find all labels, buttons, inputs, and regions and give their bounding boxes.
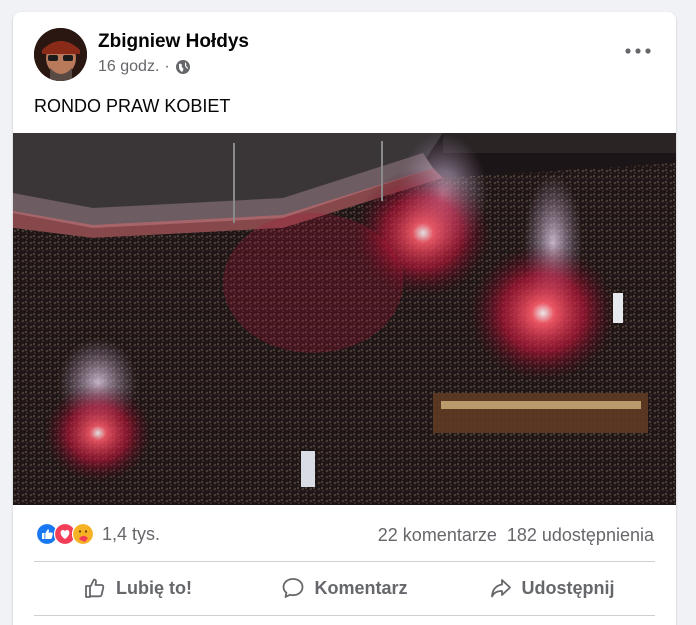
like-button[interactable]: Lubię to! [34, 565, 241, 611]
comment-icon [283, 578, 304, 598]
reactions-count[interactable]: 1,4 tys. [102, 524, 160, 545]
reactions-summary[interactable]: 1,4 tys. [36, 523, 160, 545]
comments-count[interactable]: 22 komentarze [378, 525, 497, 546]
post-stats: 1,4 tys. 22 komentarze 182 udostępnienia [13, 515, 676, 551]
comment-button[interactable]: Komentarz [241, 565, 448, 611]
globe-icon[interactable] [175, 59, 191, 75]
protest-crowd-photo [13, 133, 676, 505]
share-icon [490, 579, 511, 598]
share-label: Udostępnij [521, 577, 615, 598]
post-actions: Lubię to! Komentarz Udostępnij [34, 565, 655, 611]
post-text: RONDO PRAW KOBIET [34, 96, 231, 116]
post-meta: 16 godz. · [98, 58, 191, 76]
shares-count[interactable]: 182 udostępnienia [507, 525, 654, 546]
comment-label: Komentarz [314, 577, 408, 598]
post-timestamp[interactable]: 16 godz. [98, 58, 159, 76]
share-button[interactable]: Udostępnij [448, 565, 655, 611]
actions-divider [34, 615, 655, 616]
author-name[interactable]: Zbigniew Hołdys [98, 31, 249, 53]
meta-separator: · [164, 58, 170, 75]
like-label: Lubię to! [116, 577, 192, 598]
post-card: Zbigniew Hołdys 16 godz. · RONDO PRAW KO… [13, 12, 676, 625]
post-header: Zbigniew Hołdys 16 godz. · [13, 12, 676, 92]
post-photo[interactable] [13, 133, 676, 505]
care-reaction-icon [72, 523, 94, 545]
engagement-stats: 22 komentarze 182 udostępnienia [378, 525, 654, 546]
stats-divider [34, 561, 655, 562]
more-options-icon[interactable] [620, 38, 656, 64]
author-avatar[interactable] [34, 28, 87, 81]
avatar-image [34, 28, 87, 81]
thumbs-up-icon [85, 578, 105, 598]
